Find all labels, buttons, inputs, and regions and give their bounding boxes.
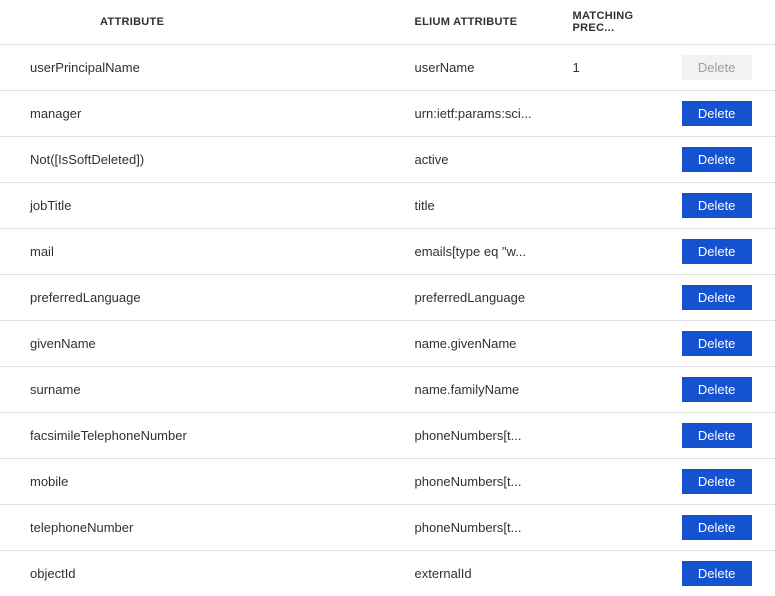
cell-elium-attribute: name.familyName [415,367,573,413]
delete-button[interactable]: Delete [682,193,752,218]
cell-action: Delete [682,321,775,367]
cell-action: Delete [682,91,775,137]
cell-action: Delete [682,505,775,551]
cell-matching-precedence [573,413,682,459]
table-row[interactable]: managerurn:ietf:params:sci... Delete [0,91,775,137]
cell-action: Delete [682,551,775,596]
cell-elium-attribute: externalId [415,551,573,596]
delete-button[interactable]: Delete [682,423,752,448]
cell-matching-precedence [573,137,682,183]
cell-matching-precedence [573,459,682,505]
table-row[interactable]: surnamename.familyName Delete [0,367,775,413]
delete-button[interactable]: Delete [682,331,752,356]
cell-attribute: surname [0,367,415,413]
table-row[interactable]: userPrincipalNameuserName1Delete [0,45,775,91]
attribute-mapping-table: Attribute Elium Attribute Matching prec.… [0,0,775,596]
delete-button: Delete [682,55,752,80]
cell-matching-precedence [573,321,682,367]
delete-button[interactable]: Delete [682,561,752,586]
cell-matching-precedence [573,275,682,321]
cell-elium-attribute: title [415,183,573,229]
cell-elium-attribute: phoneNumbers[t... [415,459,573,505]
table-row[interactable]: Not([IsSoftDeleted])active Delete [0,137,775,183]
delete-button[interactable]: Delete [682,377,752,402]
cell-action: Delete [682,459,775,505]
cell-elium-attribute: urn:ietf:params:sci... [415,91,573,137]
cell-matching-precedence [573,183,682,229]
cell-action: Delete [682,275,775,321]
table-row[interactable]: preferredLanguagepreferredLanguage Delete [0,275,775,321]
cell-action: Delete [682,229,775,275]
cell-matching-precedence [573,229,682,275]
delete-button[interactable]: Delete [682,147,752,172]
delete-button[interactable]: Delete [682,515,752,540]
table-header-row: Attribute Elium Attribute Matching prec.… [0,0,775,45]
column-header-precedence[interactable]: Matching prec... [573,0,682,45]
cell-elium-attribute: name.givenName [415,321,573,367]
table-row[interactable]: givenNamename.givenName Delete [0,321,775,367]
cell-elium-attribute: preferredLanguage [415,275,573,321]
column-header-action [682,0,775,45]
cell-attribute: objectId [0,551,415,596]
cell-attribute: jobTitle [0,183,415,229]
cell-matching-precedence: 1 [573,45,682,91]
cell-attribute: manager [0,91,415,137]
cell-action: Delete [682,137,775,183]
cell-attribute: facsimileTelephoneNumber [0,413,415,459]
cell-matching-precedence [573,505,682,551]
delete-button[interactable]: Delete [682,469,752,494]
table-row[interactable]: mailemails[type eq "w... Delete [0,229,775,275]
cell-attribute: telephoneNumber [0,505,415,551]
table-row[interactable]: jobTitletitle Delete [0,183,775,229]
cell-action: Delete [682,367,775,413]
column-header-elium[interactable]: Elium Attribute [415,0,573,45]
cell-elium-attribute: phoneNumbers[t... [415,505,573,551]
cell-attribute: userPrincipalName [0,45,415,91]
cell-action: Delete [682,183,775,229]
cell-attribute: givenName [0,321,415,367]
cell-elium-attribute: emails[type eq "w... [415,229,573,275]
table-row[interactable]: telephoneNumberphoneNumbers[t... Delete [0,505,775,551]
cell-attribute: mobile [0,459,415,505]
cell-matching-precedence [573,551,682,596]
column-header-attribute[interactable]: Attribute [0,0,415,45]
table-row[interactable]: mobilephoneNumbers[t... Delete [0,459,775,505]
delete-button[interactable]: Delete [682,239,752,264]
cell-attribute: preferredLanguage [0,275,415,321]
cell-elium-attribute: userName [415,45,573,91]
cell-matching-precedence [573,91,682,137]
table-row[interactable]: objectIdexternalId Delete [0,551,775,596]
delete-button[interactable]: Delete [682,285,752,310]
cell-action: Delete [682,413,775,459]
cell-elium-attribute: phoneNumbers[t... [415,413,573,459]
cell-attribute: Not([IsSoftDeleted]) [0,137,415,183]
cell-action: Delete [682,45,775,91]
cell-attribute: mail [0,229,415,275]
delete-button[interactable]: Delete [682,101,752,126]
cell-matching-precedence [573,367,682,413]
cell-elium-attribute: active [415,137,573,183]
table-row[interactable]: facsimileTelephoneNumberphoneNumbers[t..… [0,413,775,459]
